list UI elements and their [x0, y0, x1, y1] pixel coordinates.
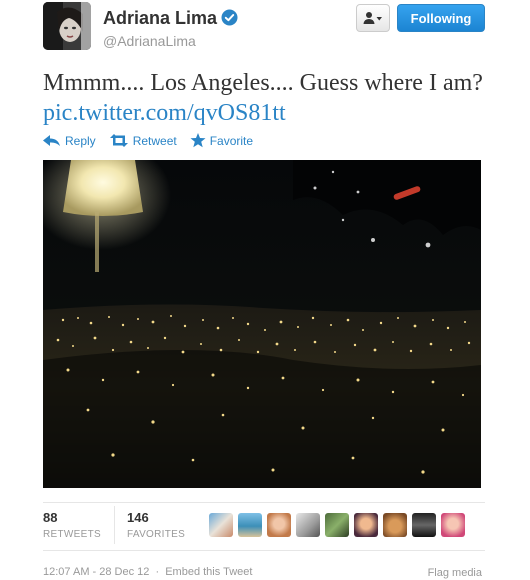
avatar[interactable]: [325, 513, 349, 537]
retweets-count: 88: [43, 510, 58, 525]
favorite-label: Favorite: [209, 133, 254, 148]
avatar[interactable]: [267, 513, 291, 537]
avatar[interactable]: [296, 513, 320, 537]
user-actions-button[interactable]: [356, 4, 390, 32]
stats-separator: [114, 506, 115, 544]
meta-separator: ·: [155, 566, 160, 578]
tweet-body: Mmmm.... Los Angeles.... Guess where I a…: [43, 70, 483, 96]
person-dropdown-icon: [363, 12, 382, 24]
avatar[interactable]: [383, 513, 407, 537]
favorites-label: FAVORITES: [127, 529, 186, 540]
avatar[interactable]: [238, 513, 262, 537]
verified-badge-icon: [221, 9, 238, 26]
avatar[interactable]: [412, 513, 436, 537]
tweet-timestamp[interactable]: 12:07 AM - 28 Dec 12: [43, 566, 149, 578]
tweet-photo[interactable]: [43, 160, 481, 488]
stats-top-divider: [43, 502, 485, 503]
following-button[interactable]: Following: [397, 4, 485, 32]
reply-label: Reply: [65, 133, 96, 148]
favorites-count: 146: [127, 510, 149, 525]
avatar[interactable]: [354, 513, 378, 537]
retweets-stat[interactable]: 88 RETWEETS: [43, 510, 101, 540]
tweet-media-link[interactable]: pic.twitter.com/qvOS81tt: [43, 100, 286, 126]
flag-media-link[interactable]: Flag media: [428, 567, 482, 579]
retweets-label: RETWEETS: [43, 529, 101, 540]
tweet-meta: 12:07 AM - 28 Dec 12 · Embed this Tweet: [43, 566, 252, 578]
embed-tweet-link[interactable]: Embed this Tweet: [165, 566, 252, 578]
avatar[interactable]: [209, 513, 233, 537]
reply-icon: [43, 134, 60, 146]
avatar[interactable]: [43, 2, 91, 50]
retweet-button[interactable]: Retweet: [109, 134, 177, 148]
tweet-card: Adriana Lima @AdrianaLima Following Mmmm…: [0, 0, 530, 580]
favoriters-avatars: [209, 513, 470, 537]
avatar[interactable]: [441, 513, 465, 537]
stats-bottom-divider: [43, 550, 485, 551]
tweet-text: Mmmm.... Los Angeles.... Guess where I a…: [43, 68, 503, 128]
user-handle[interactable]: @AdrianaLima: [103, 33, 196, 49]
favorites-stat[interactable]: 146 FAVORITES: [127, 510, 185, 540]
star-icon: [190, 133, 206, 148]
favorite-button[interactable]: Favorite: [190, 133, 253, 148]
retweet-icon: [109, 134, 128, 147]
display-name[interactable]: Adriana Lima: [103, 8, 217, 29]
tweet-actions: Reply Retweet Favorite: [43, 133, 266, 148]
reply-button[interactable]: Reply: [43, 134, 96, 148]
retweet-label: Retweet: [132, 133, 177, 148]
